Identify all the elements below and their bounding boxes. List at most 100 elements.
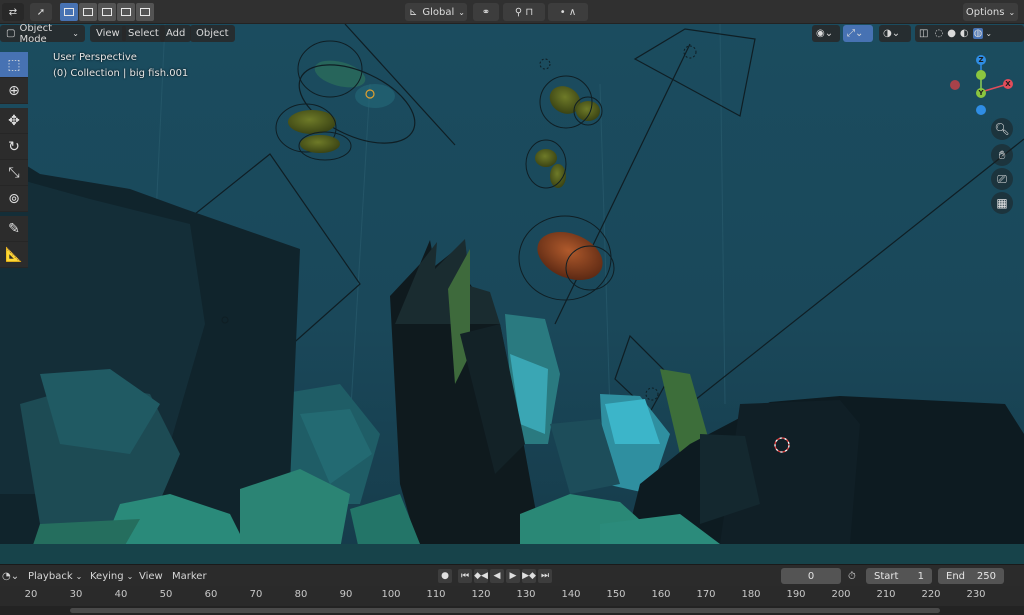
jump-start-button[interactable]: ⏮ <box>458 569 472 583</box>
measure-tool[interactable]: 📐 <box>0 242 28 268</box>
timeline-editor-type[interactable]: ◔⌄ <box>2 568 22 584</box>
collection-info-label: (0) Collection | big fish.001 <box>53 68 189 79</box>
transform-orientation-label: Global <box>422 6 455 18</box>
axis-x-handle[interactable]: X <box>1003 79 1013 89</box>
tool-shelf: ⬚ ⊕ ✥ ↻ ⤡ ⊚ ✎ 📐 <box>0 52 28 268</box>
select-new-icon[interactable] <box>60 3 78 21</box>
timeline-scrollbar[interactable] <box>0 606 1024 615</box>
chevron-down-icon: ⌄ <box>75 571 83 581</box>
snap-magnet-icon: ⚲ ⊓ <box>514 6 534 18</box>
pan-button[interactable]: ✋︎ <box>991 144 1013 166</box>
annotate-tool[interactable]: ✎ <box>0 216 28 242</box>
end-frame-field[interactable]: End 250 <box>938 568 1004 584</box>
cursor-tool[interactable]: ⊕ <box>0 78 28 104</box>
record-button[interactable]: ● <box>438 569 452 583</box>
annotate-icon: ✎ <box>8 220 20 237</box>
menu-add-label: Add <box>166 28 186 39</box>
play-reverse-button[interactable]: ◀ <box>490 569 504 583</box>
timeline-tick-label: 20 <box>24 589 38 600</box>
chevron-down-icon: ⌄ <box>458 7 465 17</box>
timeline-tick-label: 120 <box>471 589 491 600</box>
overlay-toggle[interactable]: ◑⌄ <box>879 25 911 42</box>
zoom-button[interactable]: 🔍︎ <box>991 118 1013 140</box>
menu-add[interactable]: Add <box>160 25 192 42</box>
current-frame-field[interactable]: 0 <box>781 568 841 584</box>
xray-icon[interactable]: ◫ <box>919 28 928 39</box>
play-button[interactable]: ▶ <box>506 569 520 583</box>
chevron-down-icon: ⌄ <box>72 29 79 38</box>
timeline-tick-label: 150 <box>606 589 626 600</box>
shading-group: ◫ ◌ ● ◐ ◍ ⌄ <box>915 25 1024 42</box>
jump-end-button[interactable]: ⏭ <box>538 569 552 583</box>
jump-end-icon: ⏭ <box>540 571 550 581</box>
timeline-tick-label: 190 <box>786 589 806 600</box>
mode-dropdown[interactable]: ▢ Object Mode ⌄ <box>0 24 85 45</box>
timeline-scroll-thumb[interactable] <box>70 608 940 613</box>
timeline-tick-label: 40 <box>114 589 128 600</box>
menu-select-label: Select <box>128 28 159 39</box>
rotate-tool[interactable]: ↻ <box>0 134 28 160</box>
menu-marker[interactable]: Marker <box>172 568 207 584</box>
menu-marker-label: Marker <box>172 570 207 582</box>
wireframe-shading-icon[interactable]: ◌ <box>934 28 943 39</box>
rendered-shading-icon[interactable]: ◍ <box>972 28 984 39</box>
record-icon: ● <box>441 571 449 581</box>
select-box-tool[interactable]: ⬚ <box>0 52 28 78</box>
material-shading-icon[interactable]: ◐ <box>960 28 969 39</box>
transform-orientation-dropdown[interactable]: ⊾ Global ⌄ <box>405 3 467 21</box>
menu-object[interactable]: Object <box>190 25 235 42</box>
axis-y-neg-handle[interactable] <box>976 70 986 80</box>
ortho-toggle-button[interactable]: ▦ <box>991 192 1013 214</box>
timeline-tick-label: 80 <box>294 589 308 600</box>
start-frame-field[interactable]: Start 1 <box>866 568 932 584</box>
next-keyframe-button[interactable]: ▶◆ <box>522 569 536 583</box>
object-mode-icon: ▢ <box>6 28 16 39</box>
prev-keyframe-button[interactable]: ◆◀ <box>474 569 488 583</box>
pivot-point-dropdown[interactable]: ⚭ <box>473 3 499 21</box>
transform-tool[interactable]: ⊚ <box>0 186 28 212</box>
move-tool[interactable]: ✥ <box>0 108 28 134</box>
solid-shading-icon[interactable]: ● <box>947 28 956 39</box>
select-tool-button[interactable]: ➚ <box>30 3 52 21</box>
select-subtract-icon[interactable] <box>98 3 116 21</box>
menu-keying[interactable]: Keying ⌄ <box>90 568 133 584</box>
timeline-ruler[interactable]: 20 30 40 50 60 70 80 90 100 110 120 130 140 150 160 170… <box>0 586 1024 606</box>
menu-view-timeline[interactable]: View <box>139 568 163 584</box>
axis-z-neg-handle[interactable] <box>976 105 986 115</box>
play-icon: ▶ <box>509 571 517 581</box>
axis-y-handle[interactable]: Y <box>976 88 986 98</box>
options-dropdown[interactable]: Options ⌄ <box>963 3 1018 21</box>
menu-playback-label: Playback <box>28 570 73 582</box>
3d-viewport[interactable]: ▢ Object Mode ⌄ View Select Add Object ◉… <box>0 24 1024 564</box>
snap-dropdown[interactable]: ⚲ ⊓ <box>503 3 545 21</box>
select-invert-icon[interactable] <box>117 3 135 21</box>
mode-label: Object Mode <box>19 24 53 45</box>
zoom-icon: 🔍︎ <box>994 122 1010 136</box>
stopwatch-icon[interactable]: ⏱ <box>848 568 856 584</box>
next-keyframe-icon: ▶◆ <box>522 571 536 581</box>
select-extend-icon[interactable] <box>79 3 97 21</box>
start-frame-label: Start <box>874 570 899 582</box>
menu-select[interactable]: Select <box>122 25 165 42</box>
menu-view[interactable]: View <box>90 25 126 42</box>
menu-playback[interactable]: Playback ⌄ <box>28 568 82 584</box>
timeline-tick-label: 200 <box>831 589 851 600</box>
timeline-tick-label: 50 <box>159 589 173 600</box>
timeline-tick-label: 180 <box>741 589 761 600</box>
view-name-label: User Perspective <box>53 52 137 63</box>
camera-view-button[interactable]: ⎚ <box>991 168 1013 190</box>
end-frame-value: 250 <box>976 570 996 582</box>
select-intersect-icon[interactable] <box>136 3 154 21</box>
axis-y-label: Y <box>978 89 984 97</box>
editor-type-button[interactable]: ⇄ <box>2 3 24 21</box>
visibility-dropdown[interactable]: ◉⌄ <box>812 25 840 42</box>
prev-keyframe-icon: ◆◀ <box>474 571 488 581</box>
axis-x-neg-handle[interactable] <box>950 80 960 90</box>
proportional-edit-dropdown[interactable]: • ∧ <box>548 3 588 21</box>
scale-tool[interactable]: ⤡ <box>0 160 28 186</box>
axis-z-handle[interactable]: Z <box>976 55 986 65</box>
end-frame-label: End <box>946 570 966 582</box>
scale-icon: ⤡ <box>8 164 20 181</box>
gizmo-toggle[interactable]: ⤢⌄ <box>843 25 873 42</box>
timeline-tick-label: 170 <box>696 589 716 600</box>
